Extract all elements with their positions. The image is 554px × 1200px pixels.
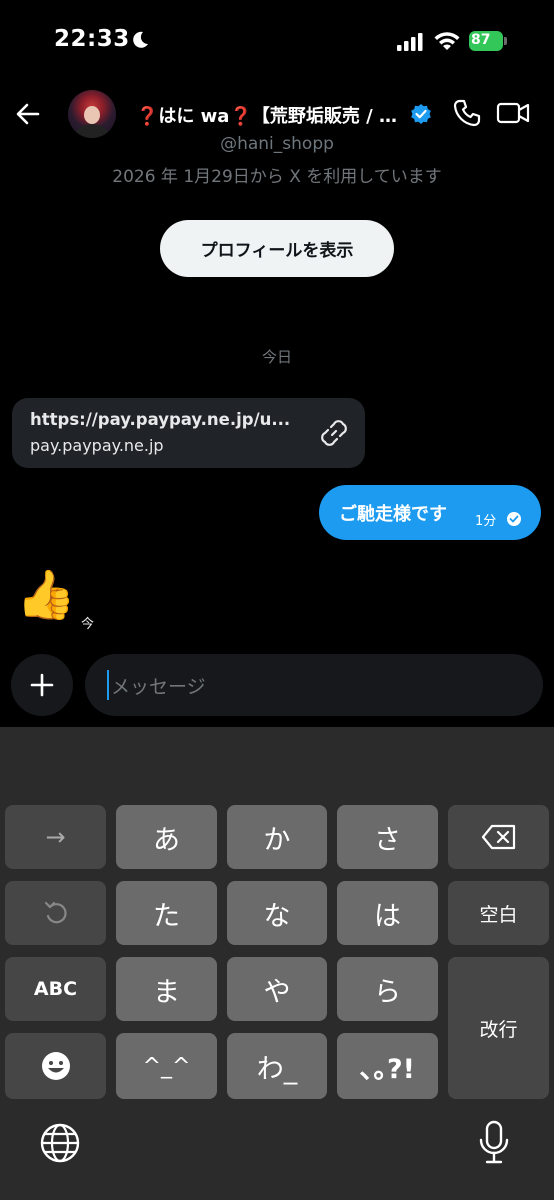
message-timestamp: 今 [81, 617, 95, 632]
message-placeholder: メッセージ [111, 676, 206, 698]
key-sa[interactable]: さ [337, 805, 438, 869]
key-emoji[interactable] [5, 1033, 106, 1099]
link-message[interactable]: https://pay.paypay.ne.jp/u... pay.paypay… [12, 398, 365, 468]
message-timestamp: 1分 [475, 514, 497, 529]
message-input[interactable]: メッセージ [85, 654, 543, 716]
status-bar: 22:33 87 [0, 0, 554, 84]
verified-badge-icon [411, 104, 431, 124]
key-wa[interactable]: わ_ [227, 1033, 327, 1099]
thumbs-up-emoji-message[interactable]: 👍 [16, 566, 76, 624]
key-abc[interactable]: ABC [5, 957, 106, 1021]
battery-level: 87 [469, 31, 503, 51]
add-attachment-button[interactable] [11, 654, 73, 716]
key-ta[interactable]: た [116, 881, 217, 945]
battery-percent: 87 [471, 32, 491, 48]
key-kaomoji[interactable]: ^_^ [116, 1033, 217, 1099]
key-undo[interactable] [5, 881, 106, 945]
phone-icon[interactable] [452, 98, 482, 128]
delete-icon [481, 824, 515, 850]
key-return[interactable]: 改行 [448, 957, 549, 1099]
joined-date-text: 2026 年 1月29日から X を利用しています [112, 167, 442, 187]
key-ka[interactable]: か [227, 805, 327, 869]
battery-indicator: 87 [469, 31, 507, 51]
plus-icon [30, 673, 54, 697]
right-arrow-icon: → [45, 823, 66, 851]
key-ra[interactable]: ら [337, 957, 438, 1021]
moon-icon [133, 31, 148, 48]
back-arrow-icon[interactable] [14, 100, 42, 128]
sent-message-bubble[interactable]: ご馳走様です 1分 [319, 485, 541, 540]
wifi-icon [434, 32, 460, 50]
key-a[interactable]: あ [116, 805, 217, 869]
key-next-arrow[interactable]: → [5, 805, 106, 869]
link-icon[interactable] [320, 419, 348, 447]
conversation-title[interactable]: ❓はに wa❓【荒野垢販売 / … [136, 102, 416, 128]
cellular-signal-icon [397, 33, 423, 51]
date-separator: 今日 [261, 348, 292, 366]
link-url[interactable]: https://pay.paypay.ne.jp/u... [30, 410, 300, 429]
battery-tip [504, 37, 507, 45]
video-icon[interactable] [496, 100, 530, 126]
globe-icon[interactable] [39, 1122, 81, 1164]
microphone-icon[interactable] [478, 1120, 510, 1166]
emoji-icon [41, 1052, 70, 1080]
key-na[interactable]: な [227, 881, 327, 945]
link-domain: pay.paypay.ne.jp [30, 436, 164, 455]
key-ma[interactable]: ま [116, 957, 217, 1021]
user-handle: @hani_shopp [220, 134, 334, 154]
key-ya[interactable]: や [227, 957, 327, 1021]
view-profile-button[interactable]: プロフィールを表示 [160, 220, 394, 277]
key-delete[interactable] [448, 805, 549, 869]
avatar-face [84, 106, 100, 124]
key-punctuation[interactable]: ､｡?! [337, 1033, 438, 1099]
key-space[interactable]: 空白 [448, 881, 549, 945]
undo-icon [44, 901, 67, 924]
avatar[interactable] [68, 90, 116, 138]
read-check-icon [507, 512, 521, 526]
text-caret [107, 670, 109, 700]
keyboard: → あ か さ た な は 空白 ABC ま や ら 改行 ^_^ わ_ ､｡?… [0, 727, 554, 1200]
status-time: 22:33 [54, 26, 130, 52]
sent-message-text: ご馳走様です [339, 504, 447, 525]
key-ha[interactable]: は [337, 881, 438, 945]
